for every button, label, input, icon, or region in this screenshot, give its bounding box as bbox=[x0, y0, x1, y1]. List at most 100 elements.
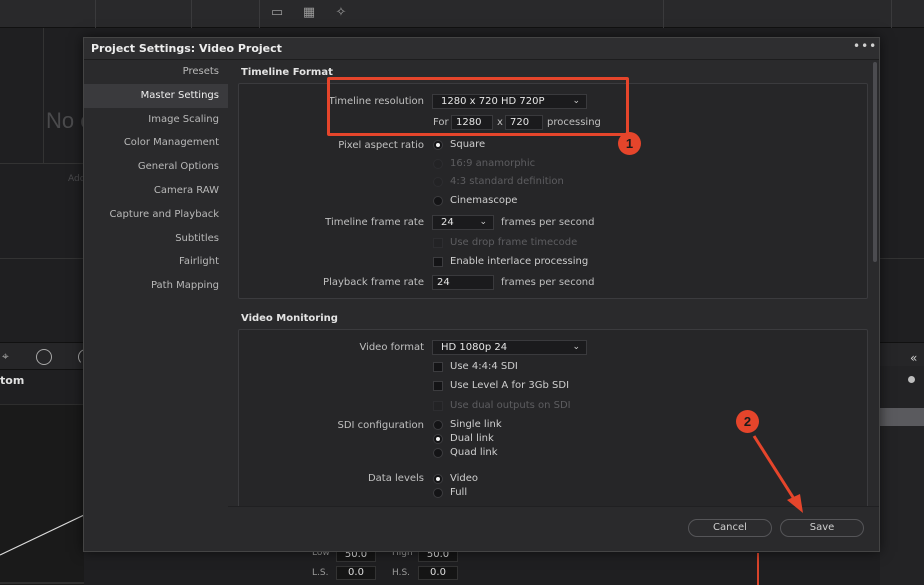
double-chevron-left-icon[interactable]: « bbox=[910, 351, 917, 365]
radio-selected-icon bbox=[433, 473, 443, 484]
radio-icon bbox=[433, 195, 443, 206]
more-horizontal-icon[interactable]: ••• bbox=[853, 40, 876, 56]
cancel-button[interactable]: Cancel bbox=[688, 519, 772, 537]
magic-wand-icon[interactable]: ✧ bbox=[332, 6, 350, 20]
full-level-label: Full bbox=[450, 487, 468, 498]
checkbox-icon bbox=[433, 380, 443, 391]
viewer-tools: ▭ ▦ ✧ bbox=[268, 6, 350, 20]
sidebar-item-general-options[interactable]: General Options bbox=[84, 155, 228, 179]
sdi-quad-link-radio[interactable]: Quad link bbox=[433, 447, 498, 458]
toolbar-segment bbox=[0, 0, 96, 28]
use-444-label: Use 4:4:4 SDI bbox=[450, 361, 518, 372]
pixel-aspect-anamorphic-radio[interactable]: 16:9 anamorphic bbox=[433, 158, 535, 169]
top-toolbar: ▭ ▦ ✧ bbox=[0, 0, 924, 28]
radio-icon bbox=[433, 419, 443, 430]
sdi-dual-link-radio[interactable]: Dual link bbox=[433, 433, 494, 444]
divider bbox=[0, 258, 83, 259]
scrollbar-thumb[interactable] bbox=[873, 62, 877, 262]
video-monitoring-section: Video format HD 1080p 24 ⌄ Use 4:4:4 SDI… bbox=[238, 329, 868, 506]
sdi-configuration-label: SDI configuration bbox=[337, 420, 424, 431]
pixel-aspect-label: Pixel aspect ratio bbox=[338, 140, 424, 151]
sidebar-item-presets[interactable]: Presets bbox=[84, 60, 228, 84]
quad-link-label: Quad link bbox=[450, 447, 498, 458]
playback-frame-rate-input[interactable]: 24 bbox=[432, 275, 494, 290]
video-format-select[interactable]: HD 1080p 24 ⌄ bbox=[432, 340, 587, 355]
curves-graph[interactable] bbox=[0, 404, 84, 585]
hs-value[interactable]: 0.0 bbox=[418, 566, 458, 580]
curve-line-icon bbox=[0, 514, 84, 584]
timeline-frame-rate-value: 24 bbox=[441, 217, 454, 228]
step-badge-2: 2 bbox=[736, 410, 759, 433]
pixel-aspect-anamorphic-label: 16:9 anamorphic bbox=[450, 158, 536, 169]
interlace-label: Enable interlace processing bbox=[450, 256, 589, 267]
sidebar-item-master-settings[interactable]: Master Settings bbox=[84, 83, 228, 108]
target-icon[interactable] bbox=[36, 349, 52, 365]
sdi-single-link-radio[interactable]: Single link bbox=[433, 419, 502, 430]
highlight-bar bbox=[880, 408, 924, 426]
use-level-a-label: Use Level A for 3Gb SDI bbox=[450, 380, 570, 391]
timeline-format-title: Timeline Format bbox=[241, 67, 333, 78]
radio-selected-icon bbox=[433, 139, 443, 150]
drop-frame-checkbox[interactable]: Use drop frame timecode bbox=[433, 237, 577, 248]
toolbar-segment bbox=[96, 0, 192, 28]
save-button[interactable]: Save bbox=[780, 519, 864, 537]
single-link-label: Single link bbox=[450, 419, 502, 430]
sidebar-item-fairlight[interactable]: Fairlight bbox=[84, 250, 228, 274]
interlace-checkbox[interactable]: Enable interlace processing bbox=[433, 256, 588, 267]
fps-label: frames per second bbox=[501, 217, 595, 228]
playback-fps-label: frames per second bbox=[501, 277, 595, 288]
sidebar-item-capture-and-playback[interactable]: Capture and Playback bbox=[84, 203, 228, 227]
checkbox-icon bbox=[433, 400, 443, 411]
filmstrip-icon[interactable]: ▦ bbox=[300, 6, 318, 20]
use-dual-outputs-checkbox[interactable]: Use dual outputs on SDI bbox=[433, 400, 571, 411]
panel-label: tom bbox=[0, 374, 25, 387]
pixel-aspect-cinemascope-radio[interactable]: Cinemascope bbox=[433, 195, 517, 206]
dialog-title: Project Settings: Video Project bbox=[91, 42, 282, 55]
pixel-aspect-square-label: Square bbox=[450, 139, 486, 150]
toolbar-segment bbox=[580, 0, 664, 28]
video-format-label: Video format bbox=[359, 342, 424, 353]
pixel-aspect-cinemascope-label: Cinemascope bbox=[450, 195, 518, 206]
use-dual-outputs-label: Use dual outputs on SDI bbox=[450, 400, 571, 411]
ls-label: L.S. bbox=[312, 568, 329, 578]
dot-icon[interactable] bbox=[908, 376, 915, 383]
data-levels-full-radio[interactable]: Full bbox=[433, 487, 467, 498]
chevron-down-icon: ⌄ bbox=[572, 342, 580, 352]
radio-icon bbox=[433, 158, 443, 169]
data-levels-video-radio[interactable]: Video bbox=[433, 473, 478, 484]
use-444-checkbox[interactable]: Use 4:4:4 SDI bbox=[433, 361, 518, 372]
dual-link-label: Dual link bbox=[450, 433, 494, 444]
sidebar-item-subtitles[interactable]: Subtitles bbox=[84, 227, 228, 251]
pixel-aspect-square-radio[interactable]: Square bbox=[433, 139, 485, 150]
video-monitoring-title: Video Monitoring bbox=[241, 313, 338, 324]
single-viewer-icon[interactable]: ▭ bbox=[268, 6, 286, 20]
playback-frame-rate-label: Playback frame rate bbox=[323, 277, 424, 288]
sidebar-item-camera-raw[interactable]: Camera RAW bbox=[84, 179, 228, 203]
settings-sidebar: Presets Master Settings Image Scaling Co… bbox=[84, 60, 228, 480]
log-wheel-params: Low 50.0 High 50.0 L.S. 0.0 H.S. 0.0 bbox=[298, 548, 484, 585]
right-panel: « bbox=[880, 351, 924, 585]
timeline-frame-rate-select[interactable]: 24 ⌄ bbox=[432, 215, 494, 230]
radio-selected-icon bbox=[433, 433, 443, 444]
radio-icon bbox=[433, 176, 443, 187]
pixel-aspect-4-3-radio[interactable]: 4:3 standard definition bbox=[433, 176, 564, 187]
sidebar-item-image-scaling[interactable]: Image Scaling bbox=[84, 108, 228, 132]
toolbar-segment bbox=[664, 0, 892, 28]
video-format-value: HD 1080p 24 bbox=[441, 342, 508, 353]
checkbox-icon bbox=[433, 256, 443, 267]
use-level-a-checkbox[interactable]: Use Level A for 3Gb SDI bbox=[433, 380, 569, 391]
resolution-highlight-box bbox=[327, 77, 629, 136]
crosshair-icon[interactable]: ⌖ bbox=[2, 349, 9, 364]
sidebar-item-path-mapping[interactable]: Path Mapping bbox=[84, 274, 228, 298]
footer-divider bbox=[228, 506, 879, 507]
playhead[interactable] bbox=[757, 553, 759, 585]
sidebar-item-color-management[interactable]: Color Management bbox=[84, 131, 228, 155]
pixel-aspect-4-3-label: 4:3 standard definition bbox=[450, 176, 564, 187]
divider bbox=[880, 258, 924, 259]
radio-icon bbox=[433, 487, 443, 498]
data-levels-label: Data levels bbox=[367, 473, 424, 484]
chevron-down-icon: ⌄ bbox=[479, 217, 487, 227]
ls-value[interactable]: 0.0 bbox=[336, 566, 376, 580]
radio-icon bbox=[433, 447, 443, 458]
video-level-label: Video bbox=[450, 473, 479, 484]
